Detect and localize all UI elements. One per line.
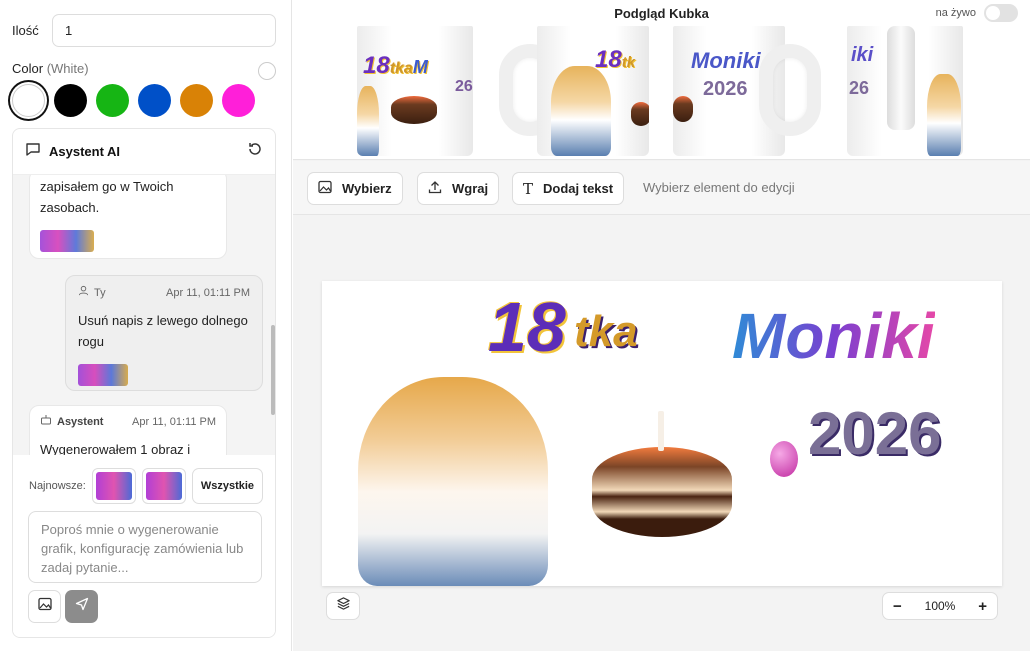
assistant-title: Asystent AI <box>49 144 121 159</box>
color-swatches <box>12 84 255 117</box>
text-icon: T <box>523 179 534 198</box>
layers-button[interactable] <box>326 592 360 620</box>
image-thumbnail[interactable] <box>78 364 128 386</box>
assistant-message: Asystent Apr 11, 01:11 PM Wygenerowałem … <box>29 405 227 455</box>
send-icon <box>75 597 89 616</box>
left-panel: Ilość 1 Color (White) Asystent AI zapisa… <box>0 0 292 651</box>
swatch-orange[interactable] <box>180 84 213 117</box>
color-row: Color (White) <box>12 60 278 80</box>
add-text-button[interactable]: T Dodaj tekst <box>512 172 625 205</box>
design-title-name[interactable]: Moniki <box>732 299 935 373</box>
mug-view-left[interactable]: 18tkaM 26 <box>357 26 477 156</box>
layers-icon <box>336 596 351 616</box>
zoom-out-button[interactable]: − <box>893 598 902 615</box>
assistant-panel: Asystent AI zapisałem go w Twoich zasoba… <box>12 128 276 638</box>
assistant-header: Asystent AI <box>13 129 275 175</box>
author-name: Ty <box>94 287 106 299</box>
user-message: Ty Apr 11, 01:11 PM Usuń napis z lewego … <box>65 275 263 391</box>
design-year[interactable]: 2026 <box>808 399 941 468</box>
image-thumbnail[interactable] <box>40 230 94 252</box>
preview-title: Podgląd Kubka <box>614 6 709 21</box>
editor-area: Podgląd Kubka na żywo 18tkaM 26 18tk Mon… <box>293 0 1030 651</box>
prompt-input[interactable]: Poproś mnie o wygenerowanie grafik, konf… <box>28 511 262 583</box>
send-button[interactable] <box>65 590 98 623</box>
swatch-blue[interactable] <box>138 84 171 117</box>
chat-scrollbar[interactable] <box>271 325 275 415</box>
author-name: Asystent <box>57 416 104 428</box>
color-radio[interactable] <box>258 62 276 80</box>
quantity-label: Ilość <box>12 23 39 38</box>
message-text: Wygenerowałem 1 obraz i <box>40 442 191 455</box>
mug-view-front-handle-left[interactable]: 18tk <box>499 26 659 156</box>
chat-composer: Najnowsze: Wszystkie Poproś mnie o wygen… <box>13 455 275 637</box>
chat-icon <box>25 141 41 162</box>
message-text: zapisałem go w Twoich zasobach. <box>40 179 174 215</box>
edit-hint: Wybierz element do edycji <box>643 180 795 195</box>
design-title-tka[interactable]: tka <box>574 307 638 357</box>
zoom-level: 100% <box>924 599 956 613</box>
live-label: na żywo <box>935 7 976 19</box>
swatch-white[interactable] <box>12 84 45 117</box>
swatch-black[interactable] <box>54 84 87 117</box>
mug-view-right[interactable]: iki 26 <box>847 26 971 156</box>
message-meta: Asystent Apr 11, 01:11 PM <box>40 412 216 433</box>
cake-image[interactable] <box>592 447 732 537</box>
zoom-control: − 100% + <box>882 592 998 620</box>
message-time: Apr 11, 01:11 PM <box>132 416 216 428</box>
mug-preview: Podgląd Kubka na żywo 18tkaM 26 18tk Mon… <box>293 0 1030 160</box>
assistant-message: zapisałem go w Twoich zasobach. <box>29 175 227 259</box>
design-canvas[interactable]: 18 tka Moniki 2026 <box>322 281 1002 586</box>
swatch-green[interactable] <box>96 84 129 117</box>
newest-label: Najnowsze: <box>29 480 86 492</box>
live-toggle[interactable] <box>984 4 1018 22</box>
message-list[interactable]: zapisałem go w Twoich zasobach. Ty Apr 1… <box>13 175 275 455</box>
image-icon <box>37 597 52 616</box>
swatch-pink[interactable] <box>222 84 255 117</box>
girl-image[interactable] <box>358 377 548 586</box>
message-text: Usuń napis z lewego dolnego rogu <box>78 313 248 349</box>
quantity-input[interactable]: 1 <box>52 14 276 47</box>
zoom-in-button[interactable]: + <box>978 598 987 615</box>
upload-icon <box>428 180 442 197</box>
message-author: Asystent <box>40 412 103 433</box>
user-icon <box>78 283 89 304</box>
message-time: Apr 11, 01:11 PM <box>166 287 250 299</box>
robot-icon <box>40 412 52 433</box>
upload-button[interactable]: Wgraj <box>417 172 500 205</box>
select-label: Wybierz <box>342 181 392 196</box>
image-icon <box>318 180 332 197</box>
attach-image-button[interactable] <box>28 590 61 623</box>
design-artwork[interactable]: 18 tka Moniki 2026 <box>322 281 1002 586</box>
all-images-button[interactable]: Wszystkie <box>191 468 264 504</box>
live-toggle-group: na żywo <box>936 4 1018 22</box>
newest-thumbnail-1[interactable] <box>91 468 136 504</box>
add-text-label: Dodaj tekst <box>543 181 614 196</box>
newest-thumbnail-2[interactable] <box>141 468 186 504</box>
quantity-row: Ilość 1 <box>12 14 276 47</box>
balloon-icon <box>770 441 798 477</box>
refresh-icon[interactable] <box>247 141 263 162</box>
design-title[interactable]: 18 <box>488 287 566 367</box>
upload-label: Wgraj <box>452 181 489 196</box>
newest-images: Najnowsze: Wszystkie <box>29 468 264 504</box>
color-selected-name: (White) <box>46 61 89 76</box>
mug-view-front-handle-right[interactable]: Moniki 2026 <box>673 26 833 156</box>
color-label: Color (White) <box>12 61 89 76</box>
select-button[interactable]: Wybierz <box>307 172 403 205</box>
candle-image <box>658 411 664 451</box>
color-label-text: Color <box>12 61 44 76</box>
message-author: Ty <box>78 283 106 304</box>
message-meta: Ty Apr 11, 01:11 PM <box>78 283 250 304</box>
editor-toolbar: Wybierz Wgraj T Dodaj tekst Wybierz elem… <box>293 161 1030 215</box>
